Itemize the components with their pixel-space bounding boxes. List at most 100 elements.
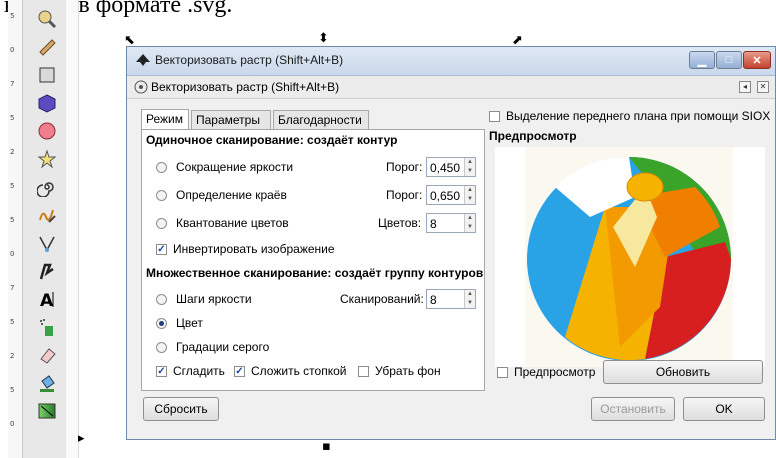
grays-option[interactable]: Градации серого: [156, 340, 269, 354]
color-quantization-option[interactable]: Квантование цветов: [156, 216, 289, 230]
mode-panel: Одиночное сканирование: создаёт контур С…: [141, 129, 485, 391]
ruler-tick: 5: [10, 114, 15, 122]
brightness-steps-option[interactable]: Шаги яркости: [156, 292, 252, 306]
pen-tool-icon[interactable]: [36, 232, 58, 254]
canvas-ruler: [66, 0, 79, 458]
checkbox-checked[interactable]: ✓: [156, 243, 167, 255]
trace-icon: [133, 79, 149, 98]
window-title: Векторизовать растр (Shift+Alt+B): [155, 53, 344, 67]
button-label: Сбросить: [154, 402, 208, 416]
option-label: Квантование цветов: [176, 216, 289, 230]
checkbox-label: Инвертировать изображение: [173, 242, 335, 256]
checkbox-label: Предпросмотр: [514, 365, 596, 379]
ruler-tick: 5: [10, 386, 15, 394]
checkbox[interactable]: [358, 365, 369, 377]
ruler-tick: 5: [10, 12, 15, 20]
brightness-cutoff-option[interactable]: Сокращение яркости: [156, 160, 293, 174]
scale-handle-icon[interactable]: ▪: [322, 440, 331, 453]
checkbox-label: Сгладить: [173, 364, 225, 378]
preview-image: [495, 147, 765, 367]
vertical-ruler: 5 0 7 5 2 5 5 0 7 5 2 5 0: [8, 0, 23, 458]
rect-tool-icon[interactable]: [36, 64, 58, 86]
spin-value: 0,650: [430, 189, 461, 203]
edge-detection-option[interactable]: Определение краёв: [156, 188, 287, 202]
reset-button[interactable]: Сбросить: [143, 397, 219, 421]
ruler-tick: 5: [10, 182, 15, 190]
iconify-button[interactable]: ◂: [739, 81, 751, 93]
text-tool-icon[interactable]: A: [36, 288, 58, 310]
smooth-checkbox[interactable]: ✓ Сгладить: [156, 364, 225, 378]
spin-value: 8: [430, 293, 437, 307]
spin-arrows-icon[interactable]: ▲ ▼: [464, 158, 475, 176]
maximize-icon: □: [725, 54, 733, 66]
ruler-tick: 0: [10, 420, 15, 428]
tab-credits[interactable]: Благодарности: [273, 110, 369, 129]
dialog-titlebar[interactable]: Векторизовать растр (Shift+Alt+B) ▁ □ ✕: [127, 47, 775, 76]
invert-image-checkbox[interactable]: ✓ Инвертировать изображение: [156, 242, 335, 256]
star-tool-icon[interactable]: [36, 148, 58, 170]
threshold-label: Порог:: [386, 188, 423, 202]
radio[interactable]: [156, 217, 167, 229]
update-button[interactable]: Обновить: [603, 360, 763, 384]
tab-options[interactable]: Параметры: [191, 110, 271, 129]
dialog-subbar: Векторизовать растр (Shift+Alt+B) ◂ ✕: [127, 76, 775, 99]
gradient-tool-icon[interactable]: [36, 400, 58, 422]
edge-threshold-spinbox[interactable]: 0,650 ▲ ▼: [426, 185, 476, 205]
ok-button[interactable]: OK: [683, 397, 765, 421]
radio[interactable]: [156, 341, 167, 353]
ruler-tick: 7: [10, 284, 15, 292]
minimize-icon: ▁: [697, 54, 707, 67]
siox-checkbox[interactable]: Выделение переднего плана при помощи SIO…: [489, 109, 770, 123]
close-panel-button[interactable]: ✕: [757, 81, 769, 93]
colors-spinbox[interactable]: 8 ▲ ▼: [426, 213, 476, 233]
zoom-tool-icon[interactable]: [36, 8, 58, 30]
radio-selected[interactable]: [156, 317, 167, 329]
checkbox[interactable]: [497, 366, 508, 378]
option-label: Шаги яркости: [176, 292, 252, 306]
toolbox: 5 0 7 5 2 5 5 0 7 5 2 5 0 A: [8, 0, 67, 458]
scale-handle-icon[interactable]: ▸: [78, 432, 85, 445]
ruler-tick: 5: [10, 318, 15, 326]
tab-label: Режим: [146, 112, 183, 126]
scale-handle-icon[interactable]: ⬍: [318, 32, 329, 45]
ruler-tick: 7: [10, 80, 15, 88]
button-label: Остановить: [600, 402, 666, 416]
remove-background-checkbox[interactable]: Убрать фон: [358, 364, 441, 378]
tab-mode[interactable]: Режим: [141, 109, 189, 130]
spray-tool-icon[interactable]: [36, 316, 58, 338]
threshold-label: Порог:: [386, 160, 423, 174]
paint-bucket-tool-icon[interactable]: [36, 372, 58, 394]
checkbox-checked[interactable]: ✓: [234, 365, 245, 377]
minimize-button[interactable]: ▁: [689, 51, 715, 69]
spiral-tool-icon[interactable]: [36, 176, 58, 198]
radio[interactable]: [156, 293, 167, 305]
option-label: Определение краёв: [176, 188, 287, 202]
stop-button[interactable]: Остановить: [591, 397, 675, 421]
checkbox[interactable]: [489, 110, 500, 122]
checkbox-label: Выделение переднего плана при помощи SIO…: [506, 109, 771, 123]
maximize-button[interactable]: □: [716, 51, 742, 69]
color-option[interactable]: Цвет: [156, 316, 203, 330]
colors-label: Цветов:: [378, 216, 422, 230]
checkbox-checked[interactable]: ✓: [156, 365, 167, 377]
radio[interactable]: [156, 189, 167, 201]
close-button[interactable]: ✕: [743, 51, 771, 69]
pencil-tool-icon[interactable]: [36, 204, 58, 226]
measure-tool-icon[interactable]: [36, 36, 58, 58]
3d-box-tool-icon[interactable]: [36, 92, 58, 114]
calligraphy-tool-icon[interactable]: [36, 260, 58, 282]
brightness-threshold-spinbox[interactable]: 0,450 ▲ ▼: [426, 157, 476, 177]
spin-arrows-icon[interactable]: ▲ ▼: [464, 186, 475, 204]
ellipse-tool-icon[interactable]: [36, 120, 58, 142]
spin-value: 0,450: [430, 161, 461, 175]
preview-checkbox[interactable]: Предпросмотр: [497, 365, 595, 379]
spin-arrows-icon[interactable]: ▲ ▼: [464, 290, 475, 308]
option-label: Градации серого: [176, 340, 270, 354]
scans-spinbox[interactable]: 8 ▲ ▼: [426, 289, 476, 309]
tab-label: Параметры: [196, 113, 260, 127]
stack-checkbox[interactable]: ✓ Сложить стопкой: [234, 364, 346, 378]
eraser-tool-icon[interactable]: [36, 344, 58, 366]
close-icon: ✕: [752, 54, 762, 67]
radio[interactable]: [156, 161, 167, 173]
spin-arrows-icon[interactable]: ▲ ▼: [464, 214, 475, 232]
